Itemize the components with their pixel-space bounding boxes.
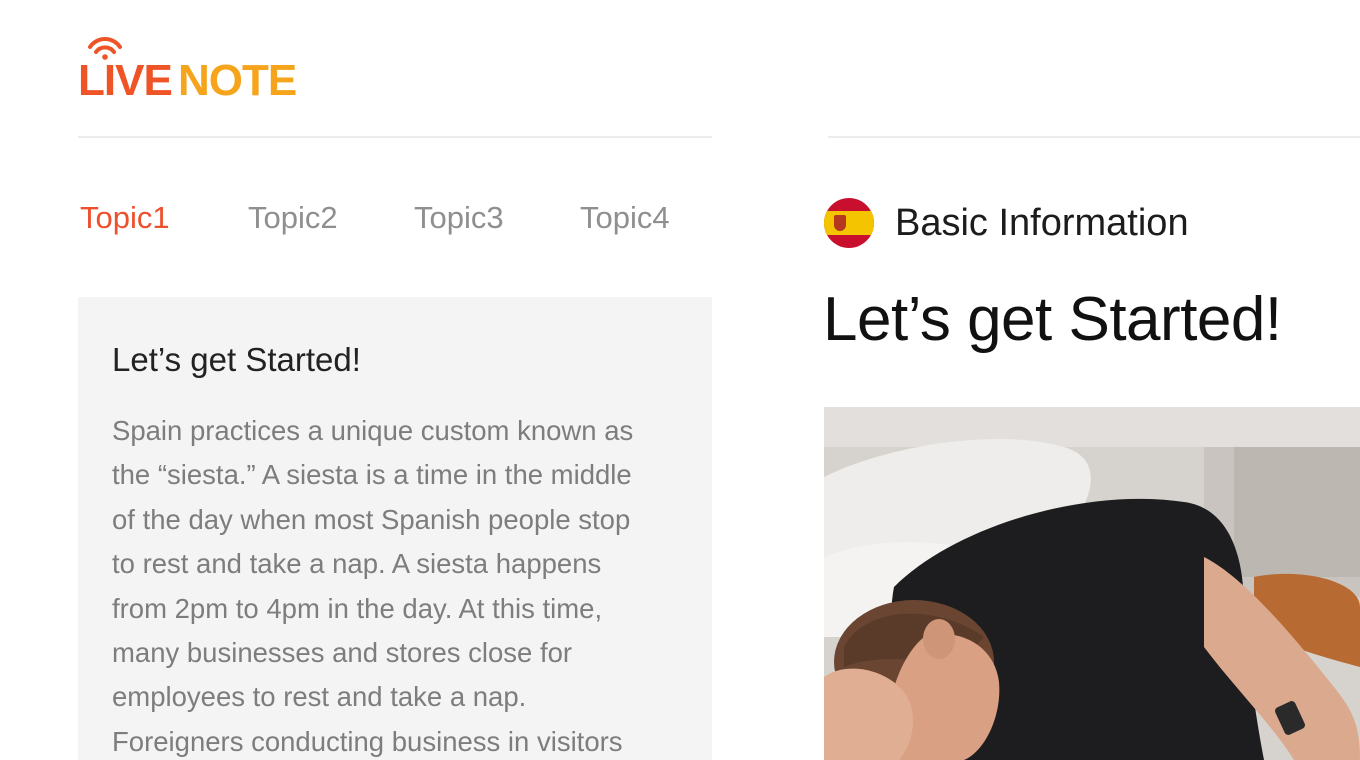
card-body-line: Spain practices a unique custom known as xyxy=(112,415,634,446)
card-body-line: Foreigners conducting business in visito… xyxy=(112,725,623,757)
card-title: Let’s get Started! xyxy=(112,341,361,378)
card-body-line: from 2pm to 4pm in the day. At this time… xyxy=(112,592,603,624)
card-body-line: to rest and take a nap. A siesta happens xyxy=(112,548,602,580)
logo-note-text: NOTE xyxy=(178,56,297,105)
card-body-line: many businesses and stores close for xyxy=(112,637,573,669)
page-title: Let’s get Started! xyxy=(823,285,1282,354)
topic-tabs: Topic1 Topic2 Topic3 Topic4 xyxy=(80,196,720,242)
tab-topic3[interactable]: Topic3 xyxy=(414,196,504,240)
card-body-line: the “siesta.” A siesta is a time in the … xyxy=(112,459,632,491)
header-divider-left xyxy=(78,136,712,138)
sleeping-man-illustration xyxy=(824,407,1360,760)
siesta-photo xyxy=(824,407,1360,760)
section-label: Basic Information xyxy=(895,202,1189,244)
card-body-line: employees to rest and take a nap. xyxy=(112,681,527,713)
page: LIVE NOTE Topic1 Topic2 Topic3 Topic4 Le… xyxy=(0,0,1360,760)
spain-flag-icon xyxy=(824,198,874,248)
header-divider-right xyxy=(828,136,1360,138)
card-body-text: Spain practices a unique custom known as… xyxy=(112,409,692,760)
tab-topic2[interactable]: Topic2 xyxy=(248,196,338,240)
card-body-line: of the day when most Spanish people stop xyxy=(112,503,631,535)
topic-card: Let’s get Started! Spain practices a uni… xyxy=(78,297,712,760)
tab-topic1[interactable]: Topic1 xyxy=(80,196,170,240)
logo-live-text: LIVE xyxy=(78,56,173,105)
live-note-logo[interactable]: LIVE NOTE xyxy=(78,36,318,106)
tab-topic4[interactable]: Topic4 xyxy=(580,196,670,240)
